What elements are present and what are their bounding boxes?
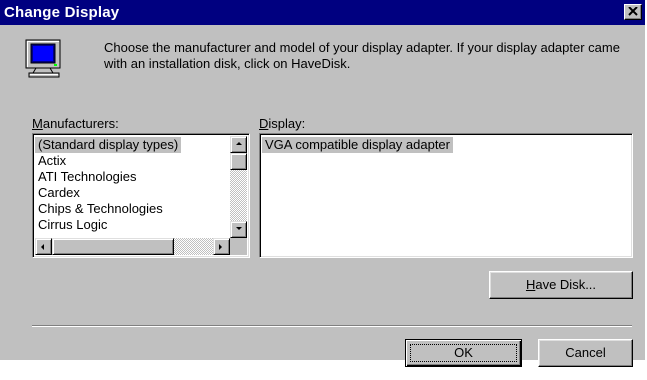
list-item[interactable]: Cardex [35,185,230,201]
manufacturers-listbox[interactable]: (Standard display types) Actix ATI Techn… [32,133,250,258]
display-label-text: isplay: [268,116,306,131]
manufacturers-horizontal-scrollbar[interactable] [35,238,230,255]
manufacturers-vertical-scrollbar[interactable] [230,136,247,238]
scrollbar-corner [230,238,247,255]
list-item[interactable]: ATI Technologies [35,169,230,185]
vertical-scroll-thumb[interactable] [230,153,247,170]
display-label-accel: D [259,116,269,131]
ok-label: OK [454,345,473,360]
have-disk-label: Have Disk... [526,272,596,298]
scroll-left-button[interactable] [35,238,52,255]
scroll-up-button[interactable] [230,136,247,153]
list-item[interactable]: Cirrus Logic [35,217,230,233]
have-disk-text: ave Disk... [535,277,597,292]
close-button[interactable] [624,4,642,20]
display-item[interactable]: VGA compatible display adapter [262,137,453,153]
arrow-left-icon [41,244,44,250]
have-disk-accel: H [525,277,536,292]
display-label: Display: [259,116,305,131]
title-bar[interactable]: Change Display [0,0,645,25]
list-item[interactable]: Actix [35,153,230,169]
horizontal-scroll-thumb[interactable] [52,238,174,255]
window-title: Change Display [4,4,120,21]
have-disk-button[interactable]: Have Disk... [489,271,633,299]
list-item[interactable]: VGA compatible display adapter [262,137,453,153]
list-item[interactable]: (Standard display types) [35,137,230,153]
arrow-right-icon [219,244,222,250]
manufacturer-item[interactable]: (Standard display types) [35,137,182,153]
scroll-right-button[interactable] [213,238,230,255]
monitor-icon [25,39,61,78]
intro-text: Choose the manufacturer and model of you… [104,40,620,71]
display-listbox[interactable]: VGA compatible display adapter [259,133,633,258]
manufacturers-label-text: anufacturers: [42,116,119,131]
arrow-up-icon [236,142,242,145]
cancel-label: Cancel [565,345,606,360]
manufacturers-label-accel: M [32,116,43,131]
cancel-button[interactable]: Cancel [538,339,633,367]
ok-button[interactable]: OK [405,339,522,367]
manufacturers-label: Manufacturers: [32,116,119,131]
change-display-dialog: Change Display Choose the manufacturer a… [0,0,645,367]
close-icon [628,7,638,16]
scroll-down-button[interactable] [230,221,247,238]
separator [32,325,632,327]
display-list: VGA compatible display adapter [262,137,453,153]
list-item[interactable]: Chips & Technologies [35,201,230,217]
arrow-down-icon [236,227,242,230]
manufacturers-list: (Standard display types) Actix ATI Techn… [35,137,230,233]
